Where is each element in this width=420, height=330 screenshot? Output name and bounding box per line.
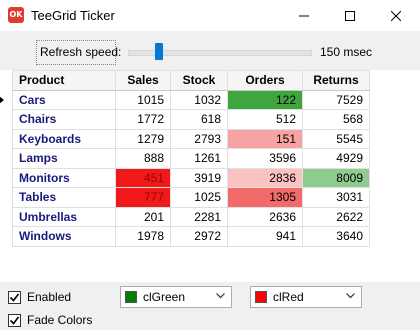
returns-cell[interactable]: 568 (302, 109, 370, 130)
checkmark-icon (9, 316, 20, 325)
table-row[interactable]: Tables 777 1025 1305 3031 (12, 187, 370, 208)
stock-cell[interactable]: 2972 (170, 226, 228, 247)
checkmark-icon (9, 293, 20, 302)
table-row[interactable]: Keyboards 1279 2793 151 5545 (12, 128, 370, 149)
table-row[interactable]: Windows 1978 2972 941 3640 (12, 226, 370, 247)
app-icon: OK (8, 7, 24, 23)
orders-cell[interactable]: 122 (227, 89, 303, 110)
column-header-returns[interactable]: Returns (302, 70, 370, 91)
orders-cell[interactable]: 1305 (227, 187, 303, 208)
up-color-select[interactable]: clGreen (120, 286, 232, 308)
chevron-down-icon (346, 293, 355, 299)
returns-cell[interactable]: 7529 (302, 89, 370, 110)
fade-colors-checkbox-label: Fade Colors (27, 313, 93, 327)
sales-cell[interactable]: 1978 (115, 226, 171, 247)
sales-cell[interactable]: 777 (115, 187, 171, 208)
enabled-checkbox[interactable]: Enabled (8, 290, 71, 304)
minimize-icon (299, 15, 309, 17)
ticker-grid[interactable]: Product Sales Stock Orders Returns Cars 1… (0, 70, 420, 282)
product-label: Cars (19, 92, 46, 107)
product-cell[interactable]: Keyboards (12, 128, 116, 149)
current-row-indicator-icon (0, 95, 4, 104)
color-swatch-down (255, 291, 267, 303)
down-color-select[interactable]: clRed (250, 286, 362, 308)
stock-cell[interactable]: 1032 (170, 89, 228, 110)
stock-cell[interactable]: 1025 (170, 187, 228, 208)
refresh-speed-value: 150 msec (320, 45, 373, 59)
sales-cell[interactable]: 451 (115, 167, 171, 188)
sales-cell[interactable]: 1772 (115, 109, 171, 130)
product-cell[interactable]: Umbrellas (12, 206, 116, 227)
orders-cell[interactable]: 3596 (227, 148, 303, 169)
returns-cell[interactable]: 5545 (302, 128, 370, 149)
orders-cell[interactable]: 151 (227, 128, 303, 149)
title-bar[interactable]: OK TeeGrid Ticker (0, 0, 420, 31)
sales-cell[interactable]: 201 (115, 206, 171, 227)
returns-cell[interactable]: 3031 (302, 187, 370, 208)
chevron-down-icon (216, 293, 225, 299)
refresh-speed-label: Refresh speed: (40, 45, 122, 59)
column-header-orders[interactable]: Orders (227, 70, 303, 91)
table-row[interactable]: Chairs 1772 618 512 568 (12, 109, 370, 130)
orders-cell[interactable]: 2636 (227, 206, 303, 227)
column-header-stock[interactable]: Stock (170, 70, 228, 91)
down-color-label: clRed (273, 290, 304, 304)
product-cell[interactable]: Tables (12, 187, 116, 208)
close-icon (390, 10, 402, 22)
fade-colors-checkbox-box[interactable] (8, 313, 21, 327)
close-button[interactable] (373, 0, 419, 31)
column-header-sales[interactable]: Sales (115, 70, 171, 91)
table-row[interactable]: Lamps 888 1261 3596 4929 (12, 148, 370, 169)
enabled-checkbox-box[interactable] (8, 290, 21, 304)
product-cell[interactable]: Windows (12, 226, 116, 247)
orders-cell[interactable]: 941 (227, 226, 303, 247)
minimize-button[interactable] (281, 0, 327, 31)
up-color-label: clGreen (143, 290, 186, 304)
stock-cell[interactable]: 618 (170, 109, 228, 130)
returns-cell[interactable]: 2622 (302, 206, 370, 227)
stock-cell[interactable]: 2793 (170, 128, 228, 149)
color-swatch-up (125, 291, 137, 303)
sales-cell[interactable]: 1015 (115, 89, 171, 110)
options-panel: Enabled Fade Colors clGreen clRed (0, 282, 420, 330)
window-title: TeeGrid Ticker (31, 8, 115, 23)
product-cell[interactable]: Chairs (12, 109, 116, 130)
orders-cell[interactable]: 2836 (227, 167, 303, 188)
grid-table: Product Sales Stock Orders Returns Cars 1… (0, 70, 370, 247)
orders-cell[interactable]: 512 (227, 109, 303, 130)
maximize-icon (345, 10, 355, 21)
header-row: Product Sales Stock Orders Returns (12, 70, 370, 91)
product-cell[interactable]: Cars (0, 89, 116, 110)
enabled-checkbox-label: Enabled (27, 290, 72, 304)
stock-cell[interactable]: 2281 (170, 206, 228, 227)
table-row[interactable]: Umbrellas 201 2281 2636 2622 (12, 206, 370, 227)
sales-cell[interactable]: 888 (115, 148, 171, 169)
slider-thumb[interactable] (155, 43, 164, 60)
returns-cell[interactable]: 8009 (302, 167, 370, 188)
product-cell[interactable]: Monitors (12, 167, 116, 188)
table-row[interactable]: Cars 1015 1032 122 7529 (0, 89, 370, 110)
sales-cell[interactable]: 1279 (115, 128, 171, 149)
column-header-product[interactable]: Product (12, 70, 116, 91)
stock-cell[interactable]: 1261 (170, 148, 228, 169)
app-window: OK TeeGrid Ticker Refresh speed: 150 mse… (0, 0, 420, 330)
table-row[interactable]: Monitors 451 3919 2836 8009 (12, 167, 370, 188)
stock-cell[interactable]: 3919 (170, 167, 228, 188)
returns-cell[interactable]: 3640 (302, 226, 370, 247)
maximize-button[interactable] (327, 0, 373, 31)
product-cell[interactable]: Lamps (12, 148, 116, 169)
fade-colors-checkbox[interactable]: Fade Colors (8, 313, 92, 327)
refresh-speed-row: Refresh speed: 150 msec (0, 40, 420, 64)
returns-cell[interactable]: 4929 (302, 148, 370, 169)
